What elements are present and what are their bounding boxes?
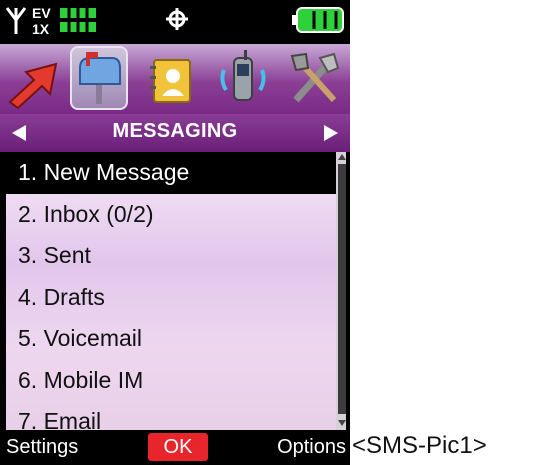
- phone-icon[interactable]: [214, 46, 272, 110]
- menu-item-voicemail[interactable]: 5. Voicemail: [6, 318, 336, 360]
- svg-text:1X: 1X: [32, 21, 50, 37]
- right-arrow-icon[interactable]: [324, 125, 338, 141]
- scrollbar-thumb[interactable]: [338, 164, 346, 414]
- softkey-bar: Settings OK Options: [0, 430, 350, 465]
- scroll-up-arrow-icon[interactable]: [338, 154, 346, 160]
- page-title: MESSAGING: [112, 120, 238, 142]
- settings-softkey[interactable]: Settings: [6, 436, 78, 459]
- image-caption: <SMS-Pic1>: [352, 432, 487, 459]
- network-type-icon: EV 1X: [32, 5, 51, 37]
- menu-item-email[interactable]: 7. Email: [6, 401, 336, 430]
- svg-text:EV: EV: [32, 5, 51, 21]
- title-bar: MESSAGING: [0, 114, 350, 152]
- ok-button[interactable]: OK: [148, 433, 208, 461]
- menu-item-inbox[interactable]: 2. Inbox (0/2): [6, 194, 336, 236]
- menu-item-sent[interactable]: 3. Sent: [6, 235, 336, 277]
- antenna-icon: [6, 7, 26, 34]
- tools-icon[interactable]: [286, 46, 344, 110]
- menu-list: 1. New Message 2. Inbox (0/2) 3. Sent 4.…: [6, 152, 336, 430]
- scroll-down-arrow-icon[interactable]: [338, 420, 346, 426]
- status-bar: EV 1X: [0, 0, 350, 44]
- phone-screen: EV 1X MESSAGING 1. New Message 2. Inbox …: [0, 0, 350, 465]
- home-arrow-icon[interactable]: [6, 46, 64, 110]
- contacts-icon[interactable]: [142, 46, 200, 110]
- mailbox-icon[interactable]: [70, 46, 128, 110]
- menu-item-mobile-im[interactable]: 6. Mobile IM: [6, 360, 336, 402]
- signal-strength-icon: [60, 6, 96, 34]
- battery-icon: [292, 7, 344, 33]
- menu-icon-bar: [0, 44, 350, 114]
- menu-item-drafts[interactable]: 4. Drafts: [6, 277, 336, 319]
- options-softkey[interactable]: Options: [277, 436, 346, 459]
- menu-item-new-message[interactable]: 1. New Message: [6, 152, 336, 194]
- location-icon: [166, 8, 188, 30]
